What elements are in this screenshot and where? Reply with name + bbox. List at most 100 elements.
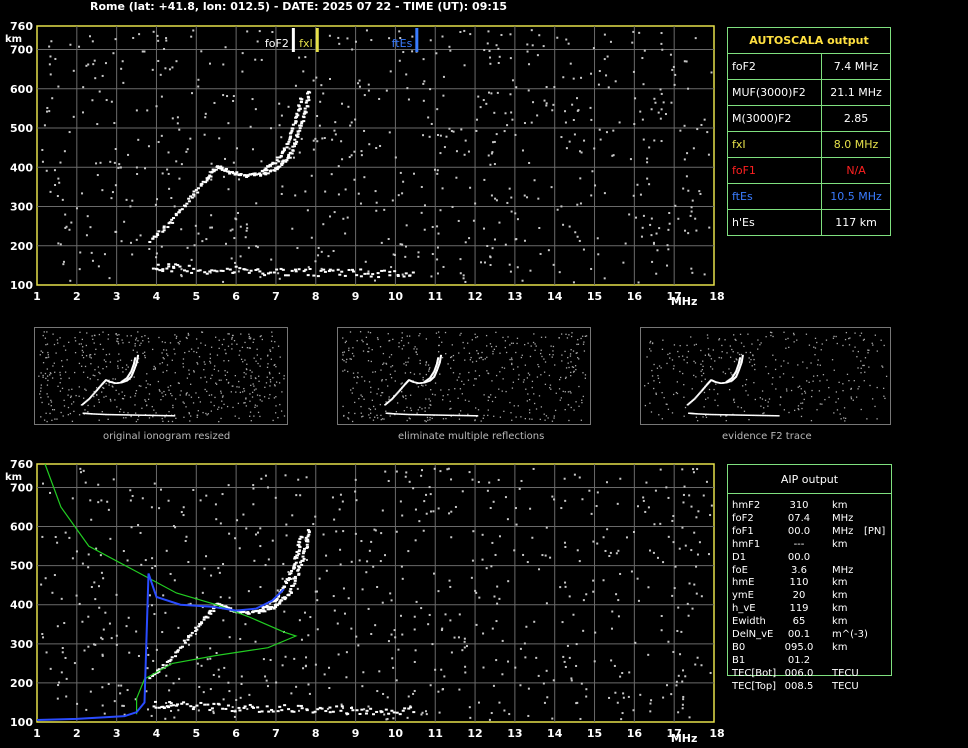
noise-dot xyxy=(854,346,856,348)
noise-dot xyxy=(270,358,272,360)
trace-point xyxy=(108,413,111,416)
noise-dot xyxy=(331,138,334,141)
trace-point xyxy=(346,712,350,715)
noise-dot xyxy=(498,701,501,704)
noise-dot xyxy=(884,397,886,400)
noise-dot xyxy=(130,335,132,337)
trace-point xyxy=(701,413,704,415)
trace-point xyxy=(393,270,397,273)
noise-dot xyxy=(166,168,169,171)
noise-dot xyxy=(686,344,688,347)
noise-dot xyxy=(576,701,579,704)
trace-point xyxy=(298,129,302,132)
noise-dot xyxy=(353,178,356,181)
trace-point xyxy=(263,169,267,172)
aip-value: 00.0 xyxy=(787,525,811,537)
noise-dot xyxy=(471,361,474,363)
trace-point xyxy=(355,709,359,712)
noise-dot xyxy=(361,685,364,688)
noise-dot xyxy=(218,571,221,574)
noise-dot xyxy=(43,331,45,333)
noise-dot xyxy=(123,411,125,413)
noise-dot xyxy=(82,346,84,348)
noise-dot xyxy=(388,356,391,358)
noise-dot xyxy=(131,253,134,256)
trace-point xyxy=(297,572,301,575)
noise-dot xyxy=(363,94,366,97)
noise-dot xyxy=(507,336,509,338)
noise-dot xyxy=(339,563,342,566)
noise-dot xyxy=(792,376,794,378)
noise-dot xyxy=(279,356,281,358)
noise-dot xyxy=(440,668,443,671)
noise-dot xyxy=(483,394,485,396)
noise-dot xyxy=(657,374,659,377)
trace-point xyxy=(339,709,343,712)
noise-dot xyxy=(278,372,281,374)
noise-dot xyxy=(416,348,418,350)
noise-dot xyxy=(340,140,343,143)
noise-dot xyxy=(708,354,710,356)
noise-dot xyxy=(382,352,385,355)
noise-dot xyxy=(205,494,208,497)
trace-point xyxy=(170,218,174,221)
trace-point xyxy=(758,414,761,417)
noise-dot xyxy=(465,645,468,648)
noise-dot xyxy=(793,341,795,343)
noise-dot xyxy=(250,377,252,379)
noise-dot xyxy=(40,387,42,389)
noise-dot xyxy=(373,279,376,282)
noise-dot xyxy=(405,361,407,363)
noise-dot xyxy=(498,535,501,538)
noise-dot xyxy=(185,150,188,153)
noise-dot xyxy=(244,359,246,361)
y-tick-label: 700 xyxy=(10,44,33,57)
trace-point xyxy=(343,274,347,277)
noise-dot xyxy=(297,709,300,712)
trace-point xyxy=(302,557,306,560)
noise-dot xyxy=(127,412,129,414)
noise-dot xyxy=(370,391,372,393)
noise-dot xyxy=(576,203,579,206)
noise-dot xyxy=(520,479,523,482)
noise-dot xyxy=(44,577,47,580)
x-tick-label: 6 xyxy=(232,290,240,303)
trace-point xyxy=(384,708,388,711)
trace-point xyxy=(165,267,169,270)
trace-point xyxy=(443,414,445,416)
trace-point xyxy=(462,414,465,417)
noise-dot xyxy=(572,77,575,80)
noise-dot xyxy=(430,389,432,391)
noise-dot xyxy=(504,112,507,115)
noise-dot xyxy=(68,341,70,343)
noise-dot xyxy=(420,607,423,610)
noise-dot xyxy=(157,59,160,62)
y-tick-label: 100 xyxy=(10,716,33,729)
noise-dot xyxy=(342,337,344,339)
noise-dot xyxy=(611,610,614,613)
noise-dot xyxy=(247,246,250,249)
noise-dot xyxy=(551,356,553,358)
trace-point xyxy=(397,413,400,415)
noise-dot xyxy=(141,407,143,409)
noise-dot xyxy=(729,345,731,347)
trace-point xyxy=(338,273,342,276)
noise-dot xyxy=(103,359,106,361)
x-tick-label: 6 xyxy=(232,727,240,740)
noise-dot xyxy=(650,108,653,111)
noise-dot xyxy=(491,627,494,630)
noise-dot xyxy=(225,242,228,245)
noise-dot xyxy=(250,384,252,387)
noise-dot xyxy=(98,398,100,401)
trace-point xyxy=(154,414,156,417)
trace-point xyxy=(451,414,454,417)
noise-dot xyxy=(78,362,81,365)
noise-dot xyxy=(160,399,162,401)
noise-dot xyxy=(170,709,173,712)
noise-dot xyxy=(341,358,344,361)
noise-dot xyxy=(90,586,93,589)
noise-dot xyxy=(167,354,169,357)
noise-dot xyxy=(695,592,698,595)
noise-dot xyxy=(529,269,532,272)
noise-dot xyxy=(533,402,536,405)
